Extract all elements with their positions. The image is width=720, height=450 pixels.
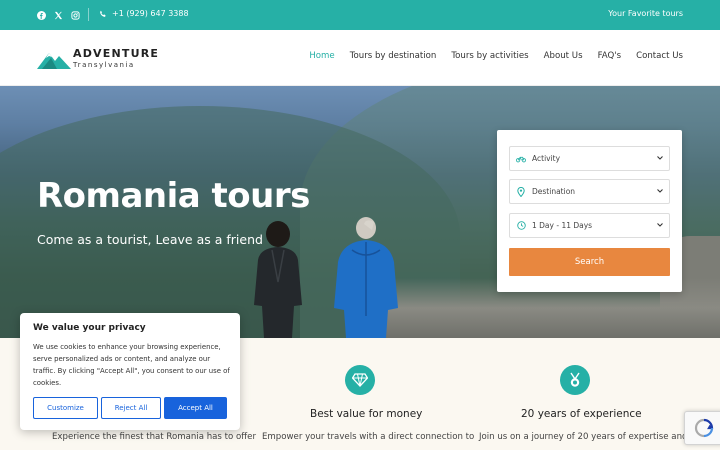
medal-icon [560, 365, 590, 395]
feature-text-finest: Experience the finest that Romania has t… [52, 432, 256, 442]
nav-home[interactable]: Home [309, 51, 334, 61]
nav-tours-by-activities[interactable]: Tours by activities [451, 51, 528, 61]
cookie-text: We use cookies to enhance your browsing … [33, 343, 230, 387]
search-button[interactable]: Search [509, 248, 670, 276]
logo-brand: ADVENTURE [73, 47, 160, 60]
cookie-consent-banner: We value your privacy We use cookies to … [20, 313, 240, 430]
cookie-reject-button[interactable]: Reject All [101, 397, 161, 419]
destination-select-value: Destination [532, 187, 576, 196]
nav-tours-by-destination[interactable]: Tours by destination [350, 51, 437, 61]
site-header: ADVENTURE Transylvania Home Tours by des… [0, 30, 720, 86]
mountain-logo-icon [37, 53, 71, 69]
feature-title-value: Best value for money [310, 408, 423, 420]
duration-select-value: 1 Day - 11 Days [532, 221, 593, 230]
clock-icon [516, 221, 526, 231]
nav-contact-us[interactable]: Contact Us [636, 51, 683, 61]
feature-title-experience: 20 years of experience [521, 408, 642, 420]
chevron-down-icon [657, 189, 663, 193]
bicycle-icon [516, 154, 526, 164]
activity-select[interactable]: Activity [509, 146, 670, 171]
cookie-accept-button[interactable]: Accept All [164, 397, 227, 419]
facebook-icon[interactable] [35, 9, 47, 21]
nav-about-us[interactable]: About Us [544, 51, 583, 61]
phone-link[interactable]: +1 (929) 647 3388 [99, 9, 189, 18]
recaptcha-badge[interactable] [684, 411, 720, 445]
chevron-down-icon [657, 223, 663, 227]
feature-text-experience: Join us on a journey of 20 years of expe… [479, 432, 688, 442]
tagline: Your Favorite tours [608, 9, 683, 18]
tour-search-card: Activity Destination 1 Day - 11 Days Sea… [497, 130, 682, 292]
destination-select[interactable]: Destination [509, 179, 670, 204]
hero-subtitle: Come as a tourist, Leave as a friend [37, 232, 263, 247]
hero-title: Romania tours [37, 176, 310, 216]
nav-faqs[interactable]: FAQ's [598, 51, 622, 61]
chevron-down-icon [657, 156, 663, 160]
x-icon[interactable] [52, 9, 64, 21]
topbar-divider [88, 8, 89, 21]
hiker-man-image [334, 217, 398, 338]
main-nav: Home Tours by destination Tours by activ… [309, 51, 683, 61]
recaptcha-icon [694, 418, 714, 438]
logo-subtitle: Transylvania [73, 61, 135, 69]
phone-icon [100, 10, 106, 17]
top-bar: +1 (929) 647 3388 Your Favorite tours [0, 0, 720, 30]
duration-select[interactable]: 1 Day - 11 Days [509, 213, 670, 238]
location-pin-icon [516, 186, 526, 197]
activity-select-value: Activity [532, 154, 561, 163]
cookie-title: We value your privacy [33, 323, 146, 333]
site-logo[interactable]: ADVENTURE Transylvania [37, 45, 167, 73]
instagram-icon[interactable] [69, 9, 81, 21]
feature-text-value: Empower your travels with a direct conne… [262, 432, 475, 442]
phone-number: +1 (929) 647 3388 [112, 9, 189, 18]
cookie-customize-button[interactable]: Customize [33, 397, 98, 419]
diamond-icon [345, 365, 375, 395]
